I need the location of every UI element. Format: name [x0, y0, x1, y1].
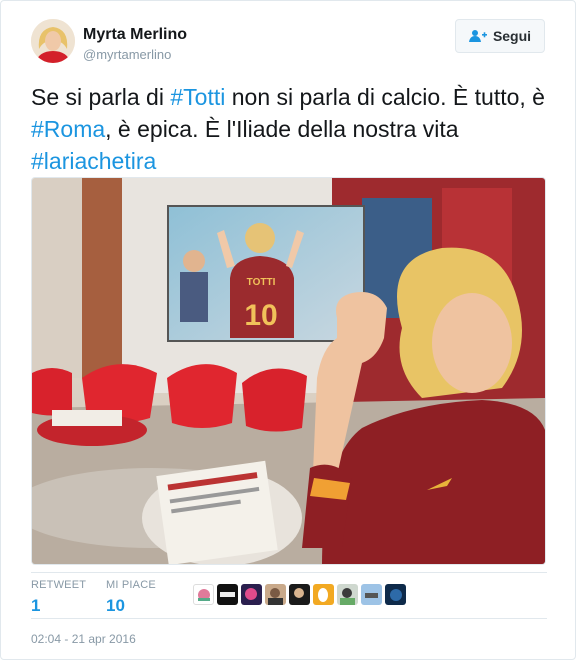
screen-shirt-number: 10 [244, 299, 277, 332]
liker-avatar[interactable] [361, 584, 382, 605]
author-name[interactable]: Myrta Merlino [83, 26, 187, 44]
tweet-text-part: Se si parla di [31, 84, 171, 110]
retweet-stat[interactable]: RETWEET 1 [31, 579, 86, 616]
tweet-timestamp[interactable]: 02:04 - 21 apr 2016 [31, 632, 136, 646]
follow-button-label: Segui [492, 28, 532, 44]
tweet-card: Myrta Merlino @myrtamerlino Segui Se si … [0, 0, 576, 660]
author-handle[interactable]: @myrtamerlino [83, 47, 171, 62]
liker-avatar[interactable] [313, 584, 334, 605]
tweet-text: Se si parla di #Totti non si parla di ca… [31, 81, 551, 177]
liker-avatar[interactable] [289, 584, 310, 605]
liker-avatar[interactable] [337, 584, 358, 605]
follow-button[interactable]: Segui [455, 19, 545, 53]
liker-avatars [193, 584, 406, 605]
likes-label: MI PIACE [106, 579, 156, 591]
tweet-photo[interactable]: TOTTI 10 [31, 177, 546, 565]
hashtag-roma[interactable]: #Roma [31, 116, 105, 142]
liker-avatar[interactable] [265, 584, 286, 605]
stats-divider-top [31, 572, 547, 573]
liker-avatar[interactable] [217, 584, 238, 605]
likes-count: 10 [106, 596, 125, 615]
liker-avatar[interactable] [241, 584, 262, 605]
likes-stat[interactable]: MI PIACE 10 [106, 579, 156, 616]
tweet-text-part: , è epica. È l'Iliade della nostra vita [105, 116, 459, 142]
screen-shirt-name: TOTTI [247, 277, 276, 288]
hashtag-totti[interactable]: #Totti [170, 84, 225, 110]
retweet-label: RETWEET [31, 579, 87, 591]
retweet-count: 1 [31, 596, 41, 615]
liker-avatar[interactable] [385, 584, 406, 605]
tweet-text-part: non si parla di calcio. È tutto, è [225, 84, 545, 110]
follow-person-plus-icon [468, 29, 487, 43]
hashtag-lariachetira[interactable]: #lariachetira [31, 148, 156, 174]
author-avatar[interactable] [31, 19, 75, 63]
stats-divider-bottom [31, 618, 547, 619]
liker-avatar[interactable] [193, 584, 214, 605]
